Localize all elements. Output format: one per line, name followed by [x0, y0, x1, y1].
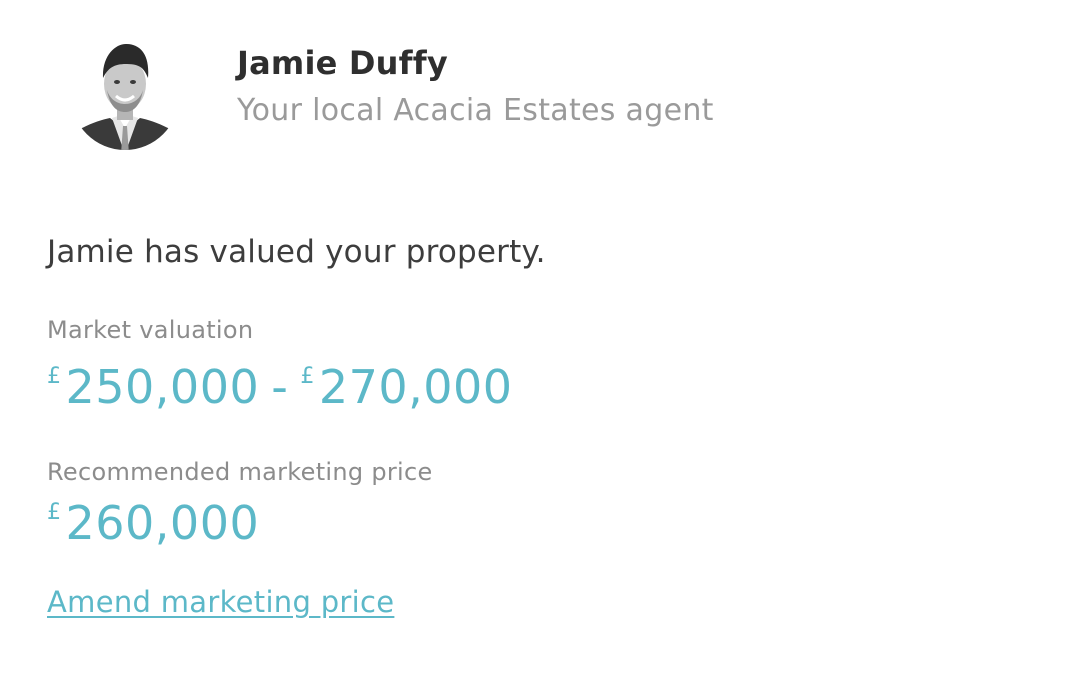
valuation-card: Jamie Duffy Your local Acacia Estates ag… [0, 0, 1076, 678]
market-valuation-low: 250,000 [65, 360, 260, 414]
market-valuation-label: Market valuation [47, 316, 254, 344]
recommended-price: £260,000 [47, 496, 259, 550]
agent-avatar [70, 38, 180, 154]
range-separator: - [271, 360, 289, 414]
market-valuation-range: £250,000- £270,000 [47, 360, 513, 414]
currency-symbol: £ [47, 364, 62, 389]
market-valuation-high: 270,000 [318, 360, 513, 414]
recommended-price-label: Recommended marketing price [47, 458, 433, 486]
currency-symbol: £ [300, 364, 315, 389]
valuation-headline: Jamie has valued your property. [47, 234, 546, 270]
amend-marketing-price-link[interactable]: Amend marketing price [47, 585, 394, 619]
agent-header: Jamie Duffy Your local Acacia Estates ag… [70, 38, 714, 154]
recommended-price-value: 260,000 [65, 496, 260, 550]
currency-symbol: £ [47, 500, 62, 525]
agent-name: Jamie Duffy [237, 44, 448, 82]
agent-info: Jamie Duffy Your local Acacia Estates ag… [237, 44, 714, 130]
agent-role: Your local Acacia Estates agent [237, 93, 714, 128]
